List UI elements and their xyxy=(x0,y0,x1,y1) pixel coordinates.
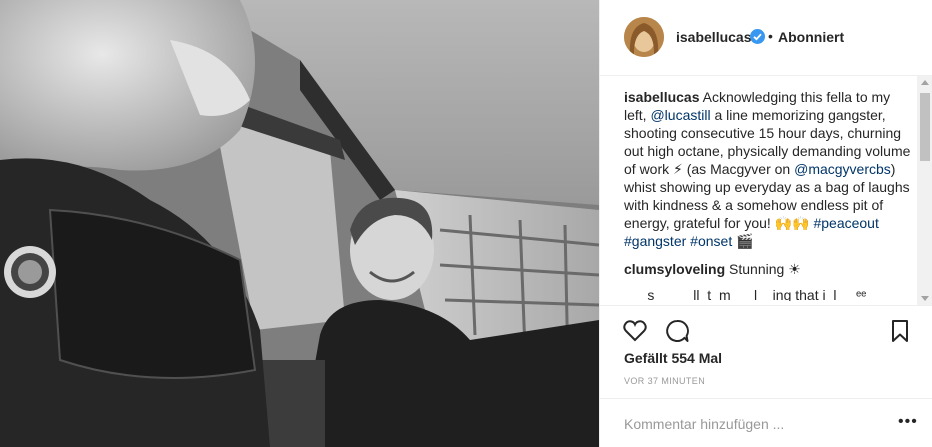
header-username[interactable]: isabellucas xyxy=(676,29,752,45)
comment-icon[interactable] xyxy=(664,318,690,344)
hashtag-link-onset[interactable]: #onset xyxy=(690,233,732,249)
more-options-button[interactable]: ••• xyxy=(898,414,918,430)
verified-badge-icon xyxy=(750,29,765,44)
hashtag-link-gangster[interactable]: #gangster xyxy=(624,233,686,249)
comment-text: Stunning ☀ xyxy=(725,261,801,277)
heart-icon[interactable] xyxy=(622,318,648,344)
caption-text-end: 🎬 xyxy=(732,233,754,249)
mention-link-macgyvercbs[interactable]: @macgyvercbs xyxy=(794,161,891,177)
comment-item: clumsyloveling Stunning ☀ xyxy=(624,260,914,278)
comment-item-partial: ___s_____ll_t_m___l__ing that i_l__ ᵉᵉ xyxy=(624,287,867,301)
post-details-panel: isabellucas • Abonniert isabellucas Ackn… xyxy=(599,0,932,447)
avatar[interactable] xyxy=(624,17,664,57)
comment-username[interactable]: clumsyloveling xyxy=(624,261,725,277)
scrollbar-thumb[interactable] xyxy=(920,93,930,161)
follow-status-button[interactable]: Abonniert xyxy=(778,29,844,45)
mention-link-lucastill[interactable]: @lucastill xyxy=(650,107,710,123)
scroll-up-arrow-icon[interactable] xyxy=(921,80,929,85)
caption-username[interactable]: isabellucas xyxy=(624,89,700,105)
post-header: isabellucas • Abonniert xyxy=(600,0,932,76)
comments-list[interactable]: isabellucas Acknowledging this fella to … xyxy=(624,88,914,301)
likes-count[interactable]: Gefällt 554 Mal xyxy=(624,350,722,366)
caption: isabellucas Acknowledging this fella to … xyxy=(624,88,914,250)
add-comment-bar: ••• xyxy=(600,398,932,447)
action-bar xyxy=(600,305,932,349)
header-separator: • xyxy=(768,28,773,44)
avatar-image xyxy=(624,17,664,57)
post-timestamp[interactable]: VOR 37 MINUTEN xyxy=(624,376,705,386)
comment-input[interactable] xyxy=(624,414,884,434)
scroll-down-arrow-icon[interactable] xyxy=(921,296,929,301)
hashtag-link-peaceout[interactable]: #peaceout xyxy=(813,215,878,231)
post-photo-image xyxy=(0,0,599,447)
post-photo[interactable] xyxy=(0,0,599,447)
bookmark-icon[interactable] xyxy=(887,318,913,344)
